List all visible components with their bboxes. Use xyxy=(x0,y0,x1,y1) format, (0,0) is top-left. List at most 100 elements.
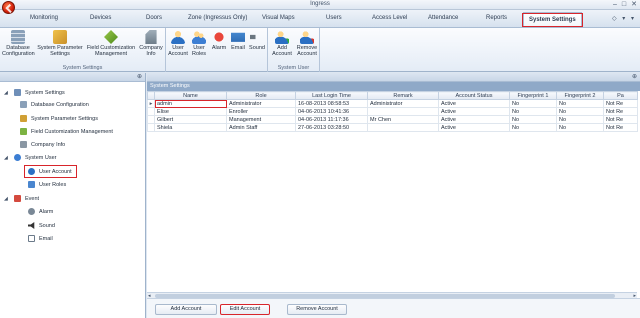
tree-item-database-configuration[interactable]: Database Configuration xyxy=(20,101,89,108)
edit-account-button[interactable]: Edit Account xyxy=(220,304,270,315)
maximize-button[interactable]: □ xyxy=(622,0,626,10)
cell-last-login[interactable]: 04-06-2013 11:17:36 xyxy=(295,115,368,124)
row-selector[interactable] xyxy=(147,123,155,132)
table-row[interactable]: ▸ admin Administrator 16-08-2013 08:58:5… xyxy=(147,99,638,108)
table-row[interactable]: Elise Enroller 04-06-2013 10:41:36 Activ… xyxy=(147,107,638,116)
tree-item-alarm[interactable]: Alarm xyxy=(28,208,53,215)
quick-access-tray[interactable]: ◇ ▾ ▾ xyxy=(612,15,636,22)
tree-item-user-account[interactable]: User Account xyxy=(28,168,72,175)
button-label: Roles xyxy=(191,51,207,57)
tree-item-field-customization[interactable]: Field Customization Management xyxy=(20,128,113,135)
cell-role[interactable]: Management xyxy=(226,115,296,124)
tab-devices[interactable]: Devices xyxy=(90,15,111,21)
tree-item-event[interactable]: ◢ Event xyxy=(4,195,39,202)
tab-system-settings[interactable]: System Settings xyxy=(522,12,583,27)
tree-item-sound[interactable]: Sound xyxy=(28,222,55,229)
tree-item-system-settings[interactable]: ◢ System Settings xyxy=(4,89,65,96)
expander-icon[interactable]: ◢ xyxy=(4,196,10,202)
button-label: Management xyxy=(94,51,128,57)
cell-role[interactable]: Administrator xyxy=(226,99,296,108)
column-header-remark[interactable]: Remark xyxy=(367,91,439,100)
cell-fingerprint-1[interactable]: No xyxy=(509,107,557,116)
remove-account-icon xyxy=(300,30,314,44)
cell-fingerprint-2[interactable]: No xyxy=(556,115,604,124)
column-header-fingerprint-1[interactable]: Fingerprint 1 xyxy=(509,91,557,100)
tab-doors[interactable]: Doors xyxy=(146,15,162,21)
cell-last-login[interactable]: 16-08-2013 08:58:53 xyxy=(295,99,368,108)
tree-item-system-user[interactable]: ◢ System User xyxy=(4,154,56,161)
cell-remark[interactable] xyxy=(367,107,439,116)
tab-monitoring[interactable]: Monitoring xyxy=(30,15,58,21)
cell-last-login[interactable]: 04-06-2013 10:41:36 xyxy=(295,107,368,116)
system-parameter-settings-button[interactable]: System Parameter Settings xyxy=(36,30,84,57)
cell-remark[interactable] xyxy=(367,123,439,132)
cell-fingerprint-1[interactable]: No xyxy=(509,123,557,132)
remove-account-ribbon-button[interactable]: Remove Account xyxy=(294,30,320,57)
cell-remark[interactable]: Administrator xyxy=(367,99,439,108)
cell-pa[interactable]: Not Re xyxy=(603,123,638,132)
user-roles-button[interactable]: User Roles xyxy=(190,30,208,57)
tree-item-email[interactable]: Email xyxy=(28,235,53,242)
column-header-account-status[interactable]: Account Status xyxy=(438,91,510,100)
row-selector[interactable] xyxy=(147,107,155,116)
cell-pa[interactable]: Not Re xyxy=(603,115,638,124)
database-configuration-button[interactable]: Database Configuration xyxy=(2,30,35,57)
cell-fingerprint-2[interactable]: No xyxy=(556,99,604,108)
tree-label: System Parameter Settings xyxy=(31,115,98,122)
button-label: Alarm xyxy=(211,45,227,51)
button-label: Email xyxy=(231,45,245,51)
cell-status[interactable]: Active xyxy=(438,123,510,132)
expander-icon[interactable]: ◢ xyxy=(4,90,10,96)
sound-button[interactable]: Sound xyxy=(248,30,266,51)
cell-fingerprint-2[interactable]: No xyxy=(556,107,604,116)
cell-fingerprint-1[interactable]: No xyxy=(509,99,557,108)
add-account-ribbon-button[interactable]: Add Account xyxy=(270,30,294,57)
remove-account-button[interactable]: Remove Account xyxy=(287,304,347,315)
cell-name[interactable]: Elise xyxy=(154,107,227,116)
cell-name[interactable]: admin xyxy=(154,99,227,108)
cell-pa[interactable]: Not Re xyxy=(603,107,638,116)
app-menu-orb-icon[interactable] xyxy=(2,1,15,14)
expander-icon[interactable]: ◢ xyxy=(4,155,10,161)
tab-zone[interactable]: Zone (Ingressus Only) xyxy=(188,15,247,21)
cell-fingerprint-1[interactable]: No xyxy=(509,115,557,124)
cell-name[interactable]: Gilbert xyxy=(154,115,227,124)
alarm-button[interactable]: Alarm xyxy=(210,30,228,51)
cell-status[interactable]: Active xyxy=(438,99,510,108)
cell-role[interactable]: Enroller xyxy=(226,107,296,116)
tree-item-user-roles[interactable]: User Roles xyxy=(28,181,66,188)
tab-attendance[interactable]: Attendance xyxy=(428,15,458,21)
cell-last-login[interactable]: 27-06-2013 03:28:50 xyxy=(295,123,368,132)
tab-reports[interactable]: Reports xyxy=(486,15,507,21)
company-info-button[interactable]: Company Info xyxy=(138,30,164,57)
cell-remark[interactable]: Mr Chen xyxy=(367,115,439,124)
cell-status[interactable]: Active xyxy=(438,107,510,116)
cell-fingerprint-2[interactable]: No xyxy=(556,123,604,132)
tree-item-company-info[interactable]: Company Info xyxy=(20,141,65,148)
cell-name[interactable]: Shiela xyxy=(154,123,227,132)
column-header-role[interactable]: Role xyxy=(226,91,296,100)
close-button[interactable]: ✕ xyxy=(631,0,637,10)
table-row[interactable]: Gilbert Management 04-06-2013 11:17:36 M… xyxy=(147,115,638,124)
pin-icon[interactable]: ⊕ xyxy=(632,73,637,80)
tab-access-level[interactable]: Access Level xyxy=(372,15,407,21)
minimize-button[interactable]: – xyxy=(613,0,617,10)
row-selector[interactable] xyxy=(147,115,155,124)
cell-pa[interactable]: Not Re xyxy=(603,99,638,108)
user-account-button[interactable]: User Account xyxy=(168,30,188,57)
pin-icon[interactable]: ⊕ xyxy=(137,73,142,80)
add-account-button[interactable]: Add Account xyxy=(155,304,217,315)
field-customization-button[interactable]: Field Customization Management xyxy=(86,30,136,57)
tree-item-system-parameter-settings[interactable]: System Parameter Settings xyxy=(20,115,98,122)
tab-users[interactable]: Users xyxy=(326,15,342,21)
cell-status[interactable]: Active xyxy=(438,115,510,124)
email-button[interactable]: Email xyxy=(229,30,247,51)
row-selector-icon[interactable]: ▸ xyxy=(147,99,155,108)
table-row[interactable]: Shiela Admin Staff 27-06-2013 03:28:50 A… xyxy=(147,123,638,132)
column-header-fingerprint-2[interactable]: Fingerprint 2 xyxy=(556,91,604,100)
column-header-last-login[interactable]: Last Login Time xyxy=(295,91,368,100)
tab-visual-maps[interactable]: Visual Maps xyxy=(262,15,295,21)
column-header-pa[interactable]: Pa xyxy=(603,91,638,100)
cell-role[interactable]: Admin Staff xyxy=(226,123,296,132)
column-header-name[interactable]: Name xyxy=(154,91,227,100)
